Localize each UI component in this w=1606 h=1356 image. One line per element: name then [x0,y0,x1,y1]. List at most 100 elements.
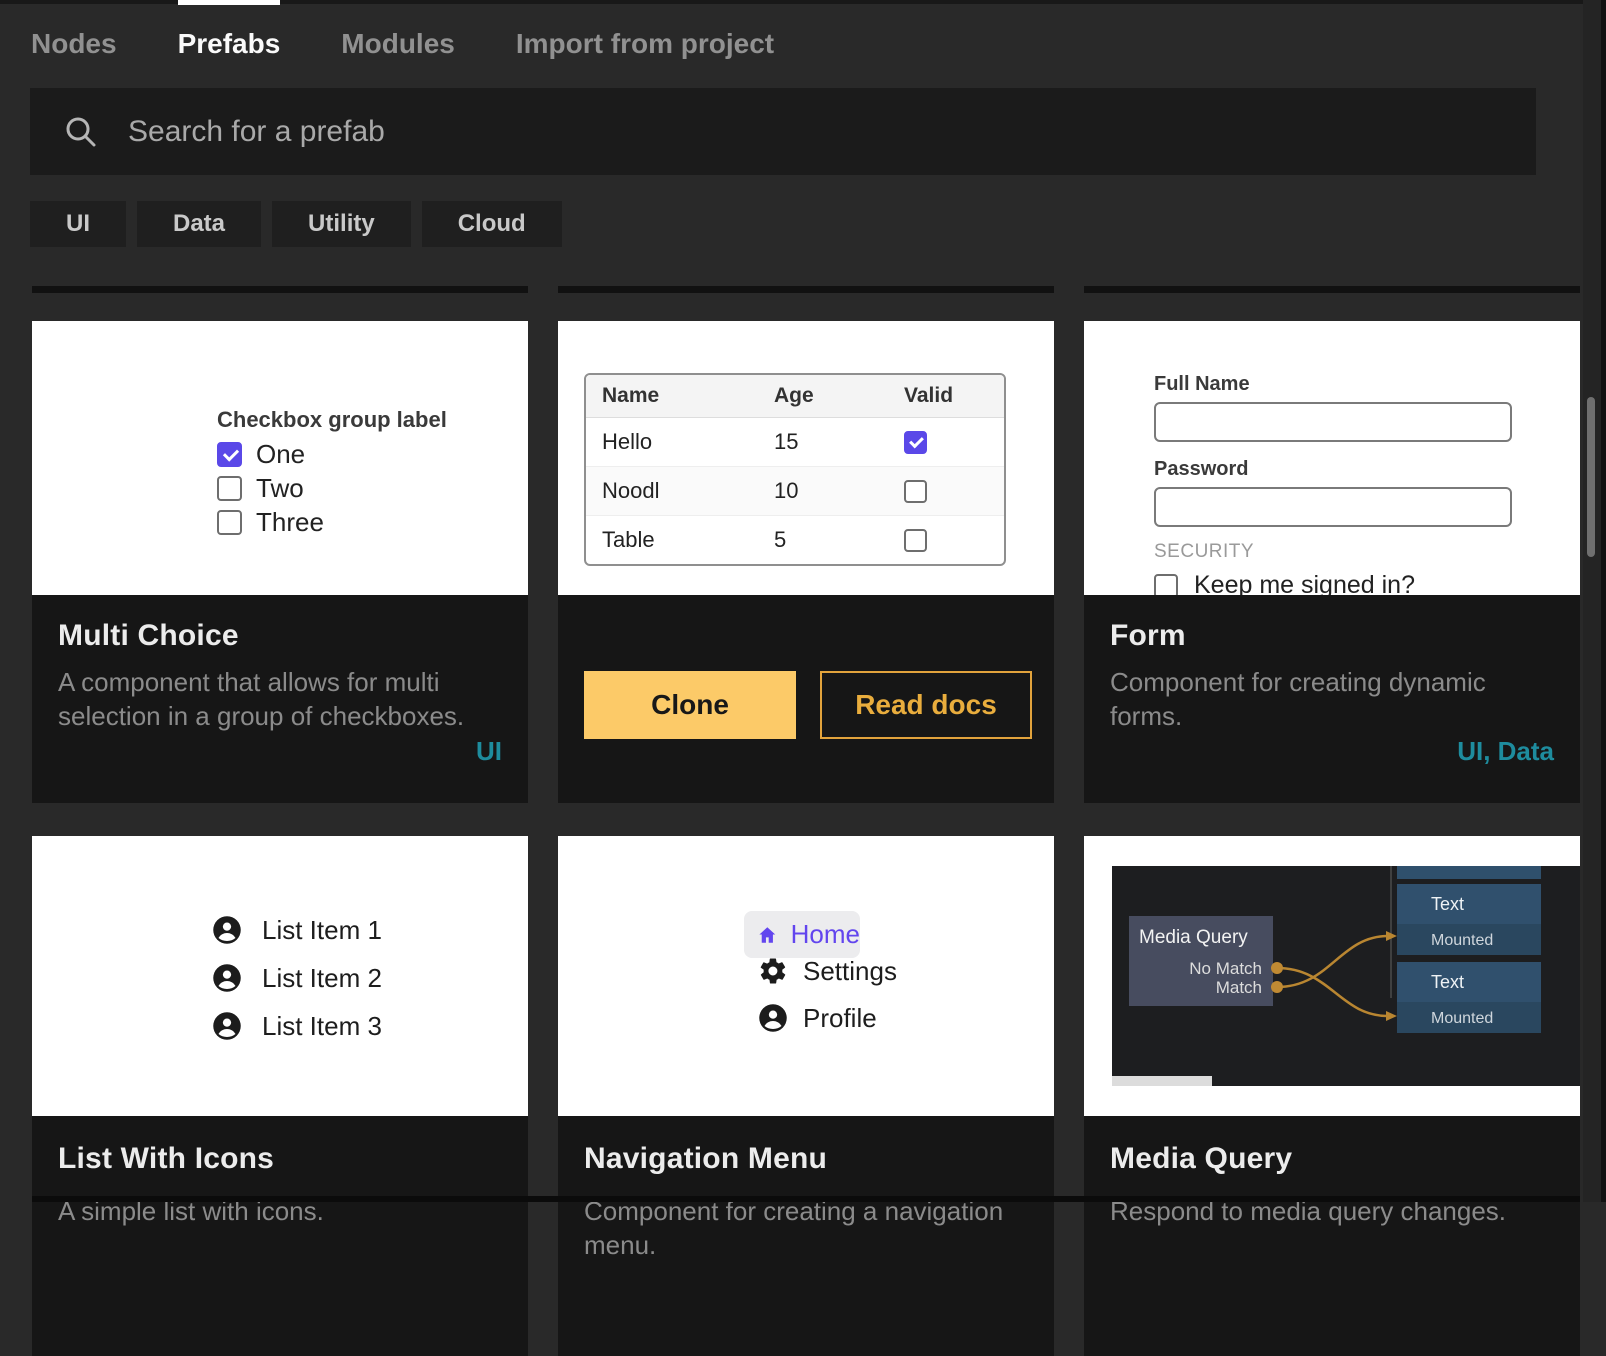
multi-choice-info: Multi Choice A component that allows for… [32,595,528,803]
clone-button[interactable]: Clone [584,671,796,739]
checkbox-option-label: Three [256,507,324,538]
cell-valid [888,480,1004,503]
checkbox-unchecked [904,529,927,552]
screenshot-artifact [1112,1076,1212,1086]
tab-modules[interactable]: Modules [341,28,455,60]
prefab-card-media-query[interactable]: Media Query No Match Match Text Mounted [1084,836,1580,1356]
card-tags: UI, Data [1457,736,1554,767]
list-with-icons-info: List With Icons A simple list with icons… [32,1116,528,1356]
checkbox-group-label: Checkbox group label [217,407,528,433]
list-item: List Item 2 [212,963,528,993]
search-icon [64,115,98,149]
field-label-password: Password [1154,458,1580,481]
tab-import-from-project[interactable]: Import from project [516,28,774,60]
prefab-card-multi-choice[interactable]: Checkbox group label One Two Three Multi… [32,321,528,803]
tab-nodes[interactable]: Nodes [31,28,117,60]
keep-signed-in-label: Keep me signed in? [1194,571,1415,595]
search-input[interactable] [126,114,1330,150]
nav-item-settings: Settings [758,956,897,986]
table-row: Noodl 10 [586,467,1004,516]
cell-name: Hello [586,429,758,455]
list-item-label: List Item 2 [262,963,382,994]
window-bottom-border [32,1196,1580,1202]
person-icon [212,1011,242,1041]
nav-item-label: Profile [803,1003,877,1034]
nav-item-home-active: Home [744,911,860,958]
tab-prefabs[interactable]: Prefabs [178,28,281,60]
card-title: Form [1110,595,1554,653]
checkbox-unchecked [217,476,242,501]
prefab-card-form[interactable]: Full Name Password SECURITY Keep me sign… [1084,321,1580,803]
table-col-name: Name [586,384,758,408]
scrollbar-track[interactable] [1583,0,1601,1202]
table-col-age: Age [758,384,888,408]
checkbox-option-label: Two [256,473,304,504]
table-header-row: Name Age Valid [586,375,1004,418]
prefab-card-table[interactable]: Name Age Valid Hello 15 Noodl 10 Table 5 [558,321,1054,803]
filter-ui[interactable]: UI [30,201,126,247]
cell-age: 10 [758,478,888,504]
checkbox-option: Three [217,510,528,535]
security-section-label: SECURITY [1154,541,1580,563]
list-item: List Item 3 [212,1011,528,1041]
field-label-full-name: Full Name [1154,373,1580,396]
form-info: Form Component for creating dynamic form… [1084,595,1580,803]
card-description: Component for creating dynamic forms. [1110,665,1554,734]
cell-age: 5 [758,527,888,553]
prefab-grid-row-2: List Item 1 List Item 2 List Item 3 List… [0,836,1606,1356]
text-node [1397,962,1541,1002]
prefab-card-navigation-menu[interactable]: Home Settings Profile Navigation Menu Co… [558,836,1054,1356]
multi-choice-preview: Checkbox group label One Two Three [32,321,528,595]
navigation-menu-info: Navigation Menu Component for creating a… [558,1116,1054,1356]
scrollbar-thumb[interactable] [1587,397,1595,557]
cell-name: Table [586,527,758,553]
prefab-card-list-with-icons[interactable]: List Item 1 List Item 2 List Item 3 List… [32,836,528,1356]
card-description: A component that allows for multi select… [58,665,502,734]
card-title: List With Icons [58,1116,502,1176]
person-icon [212,963,242,993]
media-query-preview: Media Query No Match Match Text Mounted [1084,836,1580,1116]
node-title: Text [1431,972,1464,992]
nav-menu-preview: Home Settings Profile [558,836,1054,1116]
node-graph-screenshot: Media Query No Match Match Text Mounted [1112,866,1580,1086]
card-remnant [32,286,528,293]
table-row: Table 5 [586,516,1004,564]
card-tags: UI [476,736,502,767]
filter-chips: UI Data Utility Cloud [30,201,1606,247]
node-title: Media Query [1139,927,1248,948]
port-dot [1271,981,1283,993]
table-row: Hello 15 [586,418,1004,467]
filter-cloud[interactable]: Cloud [422,201,562,247]
preview-table: Name Age Valid Hello 15 Noodl 10 Table 5 [584,373,1006,566]
list-item: List Item 1 [212,915,528,945]
read-docs-button[interactable]: Read docs [820,671,1032,739]
output-port-label: Match [1216,978,1262,997]
table-card-actions: Clone Read docs [558,595,1054,803]
checkbox-checked [904,431,927,454]
checkbox-unchecked [904,480,927,503]
previous-row-remnants [0,286,1606,293]
cell-valid [888,529,1004,552]
checkbox-option-label: One [256,439,305,470]
prefab-grid-row-1: Checkbox group label One Two Three Multi… [0,321,1606,803]
checkbox-unchecked [217,510,242,535]
checkbox-option: One [217,442,528,467]
cell-valid [888,431,1004,454]
filter-utility[interactable]: Utility [272,201,411,247]
password-field [1154,487,1512,527]
window-right-border [1601,0,1606,1202]
home-icon [757,920,778,950]
text-node [1397,884,1541,924]
search-bar [30,88,1536,175]
input-port-label: Mounted [1431,1010,1493,1027]
nav-item-profile: Profile [758,1003,877,1033]
card-title: Media Query [1110,1116,1554,1176]
card-remnant [558,286,1054,293]
checkbox-option: Two [217,476,528,501]
cell-name: Noodl [586,478,758,504]
person-icon [212,915,242,945]
card-title: Multi Choice [58,595,502,653]
tab-bar: Nodes Prefabs Modules Import from projec… [0,0,1606,88]
nav-item-label: Settings [803,956,897,987]
filter-data[interactable]: Data [137,201,261,247]
